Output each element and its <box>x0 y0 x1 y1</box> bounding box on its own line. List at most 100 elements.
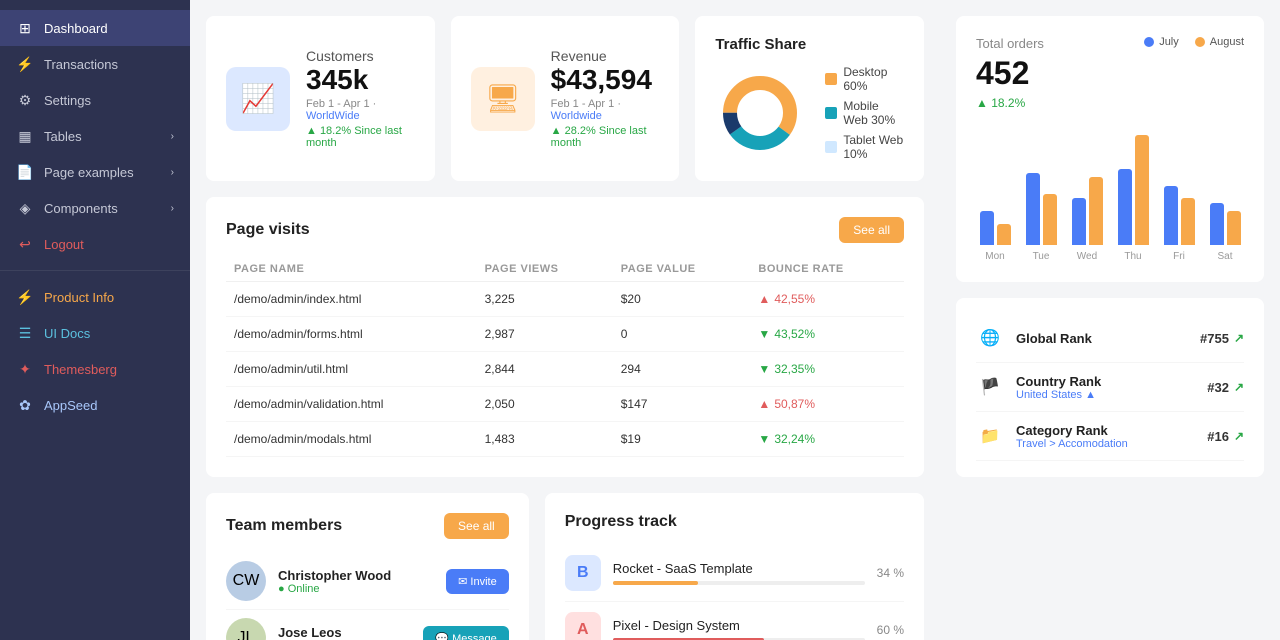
progress-name: Rocket - SaaS Template <box>613 561 865 576</box>
august-dot <box>1195 37 1205 47</box>
sidebar-item-label: Dashboard <box>44 21 174 36</box>
bounce-up-icon: ▲ <box>758 397 770 411</box>
sidebar-item-label: Page examples <box>44 165 161 180</box>
dashboard-icon: ⊞ <box>16 19 34 37</box>
col-page-name: PAGE NAME <box>226 257 477 282</box>
chart-legend: July August <box>1144 36 1244 48</box>
sidebar-item-label: Components <box>44 201 161 216</box>
bars <box>1164 186 1195 245</box>
sidebar-item-page-examples[interactable]: 📄 Page examples › <box>0 154 190 190</box>
sidebar-item-product-info[interactable]: ⚡ Product Info <box>0 279 190 315</box>
arrow-icon: › <box>171 203 174 214</box>
orders-label: Total orders <box>976 36 1044 51</box>
july-bar <box>980 211 994 245</box>
sidebar-item-label: UI Docs <box>44 326 174 341</box>
total-orders-card: Total orders 452 ▲ 18.2% July August Mon <box>956 16 1264 282</box>
august-bar <box>1181 198 1195 245</box>
team-title: Team members <box>226 517 342 535</box>
progress-info: Rocket - SaaS Template <box>613 561 865 585</box>
member-action-button[interactable]: ✉ Invite <box>446 569 509 594</box>
progress-info: Pixel - Design System <box>613 618 865 640</box>
day-label: Mon <box>985 251 1004 262</box>
sidebar-item-dashboard[interactable]: ⊞ Dashboard <box>0 10 190 46</box>
page-visits-table: PAGE NAME PAGE VIEWS PAGE VALUE BOUNCE R… <box>226 257 904 457</box>
table-row: /demo/admin/forms.html 2,987 0 ▼43,52% <box>226 317 904 352</box>
revenue-icon: 🖥 <box>485 82 521 115</box>
member-action-button[interactable]: 💬 Message <box>423 626 508 640</box>
page-visits-see-all-button[interactable]: See all <box>839 217 904 243</box>
page-views-cell: 2,050 <box>477 387 613 422</box>
sidebar-item-label: Product Info <box>44 290 174 305</box>
team-card: Team members See all CW Christopher Wood… <box>206 493 529 640</box>
table-row: /demo/admin/validation.html 2,050 $147 ▲… <box>226 387 904 422</box>
rank-info: Category Rank Travel > Accomodation <box>1016 423 1207 450</box>
uidocs-icon: ☰ <box>16 324 34 342</box>
product-icon: ⚡ <box>16 288 34 306</box>
bar-group: Tue <box>1022 173 1060 262</box>
progress-item: A Pixel - Design System 60 % <box>565 602 904 640</box>
top-cards-row: 📈 Customers 345k Feb 1 - Apr 1 · WorldWi… <box>206 16 924 181</box>
orders-info: Total orders 452 ▲ 18.2% <box>976 36 1044 110</box>
rank-value: #16 ↗ <box>1207 429 1244 444</box>
bar-group: Mon <box>976 211 1014 262</box>
main-content: 📈 Customers 345k Feb 1 - Apr 1 · WorldWi… <box>190 0 940 640</box>
progress-bar-fill <box>613 581 699 585</box>
bottom-row: Team members See all CW Christopher Wood… <box>206 493 924 640</box>
sidebar-item-components[interactable]: ◈ Components › <box>0 190 190 226</box>
sidebar-item-appseed[interactable]: ✿ AppSeed <box>0 387 190 423</box>
bounce-value: 32,35% <box>774 362 815 376</box>
customers-icon-box: 📈 <box>226 67 290 131</box>
bounce-rate-cell: ▲42,55% <box>750 282 904 317</box>
sidebar-item-logout[interactable]: ↩ Logout <box>0 226 190 262</box>
transactions-icon: ⚡ <box>16 55 34 73</box>
page-name-cell: /demo/admin/modals.html <box>226 422 477 457</box>
page-value-cell: $20 <box>613 282 751 317</box>
bounce-rate-cell: ▼32,35% <box>750 352 904 387</box>
member-info: Jose Leos ● In a meeting <box>278 625 411 640</box>
progress-header: Progress track <box>565 513 904 531</box>
customers-chart-icon: 📈 <box>241 82 276 115</box>
bounce-rate-cell: ▼43,52% <box>750 317 904 352</box>
rank-items-list: 🌐 Global Rank #755 ↗ 🏴 Country Rank Unit… <box>976 314 1244 461</box>
bars <box>1072 177 1103 245</box>
sidebar-item-transactions[interactable]: ⚡ Transactions <box>0 46 190 82</box>
rank-icon: 📁 <box>976 422 1004 450</box>
traffic-title: Traffic Share <box>715 36 904 53</box>
bounce-value: 32,24% <box>774 432 815 446</box>
customers-location-link[interactable]: WorldWide <box>306 110 360 122</box>
team-see-all-button[interactable]: See all <box>444 513 509 539</box>
rank-label: Country Rank <box>1016 374 1207 389</box>
orders-growth: ▲ 18.2% <box>976 96 1044 110</box>
revenue-location-link[interactable]: Worldwide <box>551 110 602 122</box>
tablet-dot <box>825 141 837 153</box>
customers-card: 📈 Customers 345k Feb 1 - Apr 1 · WorldWi… <box>206 16 435 181</box>
progress-card: Progress track B Rocket - SaaS Template … <box>545 493 924 640</box>
revenue-meta: Feb 1 - Apr 1 · Worldwide <box>551 98 660 122</box>
progress-icon: A <box>565 612 601 640</box>
rank-icon: 🌐 <box>976 324 1004 352</box>
member-item: CW Christopher Wood ● Online ✉ Invite <box>226 553 509 610</box>
page-value-cell: 0 <box>613 317 751 352</box>
bounce-up-icon: ▲ <box>758 292 770 306</box>
traffic-content: Desktop 60% Mobile Web 30% Tablet Web 10… <box>715 65 904 161</box>
progress-pct: 60 % <box>877 623 904 637</box>
day-label: Thu <box>1124 251 1141 262</box>
bounce-down-icon: ▼ <box>758 432 770 446</box>
rank-item: 📁 Category Rank Travel > Accomodation #1… <box>976 412 1244 461</box>
sidebar-item-label: AppSeed <box>44 398 174 413</box>
sidebar-item-themesberg[interactable]: ✦ Themesberg <box>0 351 190 387</box>
desktop-dot <box>825 73 837 85</box>
sidebar-item-tables[interactable]: ▦ Tables › <box>0 118 190 154</box>
day-label: Sat <box>1217 251 1232 262</box>
legend-mobile: Mobile Web 30% <box>825 99 904 127</box>
orders-bar-chart: Mon Tue Wed Thu Fri Sat <box>976 122 1244 262</box>
member-status: ● Online <box>278 583 434 595</box>
july-dot <box>1144 37 1154 47</box>
sidebar-item-settings[interactable]: ⚙ Settings <box>0 82 190 118</box>
sidebar-item-ui-docs[interactable]: ☰ UI Docs <box>0 315 190 351</box>
team-members-list: CW Christopher Wood ● Online ✉ Invite JL… <box>226 553 509 640</box>
settings-icon: ⚙ <box>16 91 34 109</box>
sidebar: ⊞ Dashboard ⚡ Transactions ⚙ Settings ▦ … <box>0 0 190 640</box>
rank-item: 🌐 Global Rank #755 ↗ <box>976 314 1244 363</box>
member-avatar: CW <box>226 561 266 601</box>
